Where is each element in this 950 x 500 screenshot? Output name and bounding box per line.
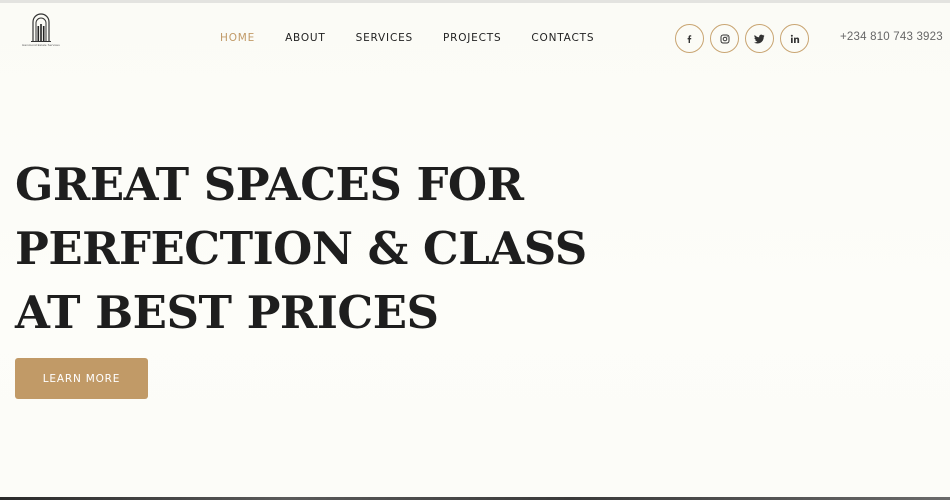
main-nav: HOME ABOUT SERVICES PROJECTS CONTACTS	[220, 31, 624, 45]
instagram-icon	[720, 34, 729, 43]
learn-more-button[interactable]: LEARN MORE	[15, 358, 148, 399]
linkedin-link[interactable]	[780, 24, 809, 53]
instagram-link[interactable]	[710, 24, 739, 53]
nav-item-home[interactable]: HOME	[220, 31, 255, 45]
hero-title-line-3: AT BEST PRICES	[15, 286, 439, 339]
twitter-link[interactable]	[745, 24, 774, 53]
nav-item-projects[interactable]: PROJECTS	[443, 31, 501, 45]
hero-title-line-1: GREAT SPACES FOR	[15, 158, 524, 211]
logo-caption: Hammond Estate Services	[22, 43, 60, 47]
nav-item-services[interactable]: SERVICES	[356, 31, 413, 45]
hero-title: GREAT SPACES FOR PERFECTION & CLASS AT B…	[15, 153, 635, 345]
page: Hammond Estate Services HOME ABOUT SERVI…	[0, 0, 950, 500]
social-links	[675, 24, 809, 53]
logo[interactable]: Hammond Estate Services	[22, 12, 60, 52]
twitter-icon	[754, 34, 765, 43]
hero-title-line-2: PERFECTION & CLASS	[15, 222, 587, 275]
nav-item-contacts[interactable]: CONTACTS	[531, 31, 594, 45]
phone-number[interactable]: +234 810 743 3923	[840, 31, 943, 43]
facebook-link[interactable]	[675, 24, 704, 53]
building-logo-icon	[31, 13, 51, 42]
facebook-icon	[687, 34, 691, 43]
linkedin-icon	[790, 34, 799, 43]
nav-item-about[interactable]: ABOUT	[285, 31, 326, 45]
